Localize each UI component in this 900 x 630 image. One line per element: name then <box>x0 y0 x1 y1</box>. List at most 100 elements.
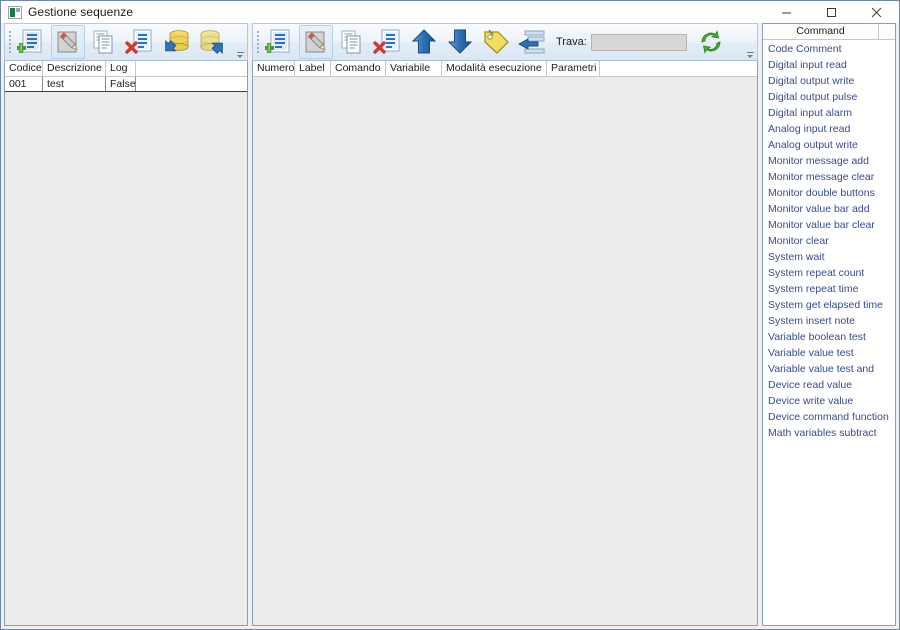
edit-step-button[interactable] <box>299 25 333 59</box>
jump-to-icon <box>518 30 545 54</box>
command-list-panel[interactable]: Command Code Comment Digital input read … <box>762 23 896 626</box>
copy-step-button[interactable] <box>335 25 369 59</box>
toolbar-overflow-chevron-icon[interactable] <box>235 46 245 58</box>
list-item[interactable]: System repeat count <box>763 265 895 281</box>
gestione-sequenze-window: Gestione sequenze Codice Descrizione Log… <box>0 0 900 630</box>
list-item[interactable]: System wait <box>763 249 895 265</box>
document-edit-icon <box>305 31 326 53</box>
command-pane: Command Code Comment Digital input read … <box>762 23 896 626</box>
column-header-log[interactable]: Log <box>106 61 136 76</box>
command-list[interactable]: Code Comment Digital input read Digital … <box>763 40 895 625</box>
list-item[interactable]: System insert note <box>763 313 895 329</box>
app-window-icon <box>8 5 22 19</box>
list-item[interactable]: Math variables subtract <box>763 425 895 441</box>
list-item[interactable]: Monitor message add <box>763 153 895 169</box>
list-item[interactable]: Device write value <box>763 393 895 409</box>
refresh-button[interactable] <box>694 25 728 59</box>
maximize-button[interactable] <box>809 1 854 23</box>
list-item[interactable]: Monitor double buttons <box>763 185 895 201</box>
document-add-icon <box>17 29 42 53</box>
title-bar: Gestione sequenze <box>1 1 899 23</box>
sequences-grid[interactable]: Codice Descrizione Log 001 test False <box>4 61 248 626</box>
document-copy-icon <box>93 30 113 54</box>
delete-step-button[interactable] <box>371 25 405 59</box>
cell-log: False <box>106 77 136 91</box>
list-item[interactable]: Analog output write <box>763 137 895 153</box>
refresh-icon <box>701 30 721 54</box>
document-edit-icon <box>57 31 78 53</box>
column-header-label[interactable]: Label <box>295 61 331 76</box>
toolbar-grip[interactable] <box>7 29 14 55</box>
column-header-modalita-esecuzione[interactable]: Modalità esecuzione <box>442 61 547 76</box>
document-copy-icon <box>341 30 361 54</box>
label-button[interactable] <box>479 25 513 59</box>
column-header-descrizione[interactable]: Descrizione <box>43 61 106 76</box>
database-export-icon <box>200 30 223 54</box>
steps-pane: Trava: Numero Label Comando Variabile Mo… <box>252 23 758 626</box>
copy-sequence-button[interactable] <box>87 25 121 59</box>
load-db-button[interactable] <box>159 25 193 59</box>
edit-sequence-button[interactable] <box>51 25 85 59</box>
trava-input[interactable] <box>590 33 687 51</box>
column-header-codice[interactable]: Codice <box>5 61 43 76</box>
column-header-variabile[interactable]: Variabile <box>386 61 442 76</box>
new-step-button[interactable] <box>263 25 297 59</box>
window-controls <box>764 1 899 23</box>
list-item[interactable]: Digital input alarm <box>763 105 895 121</box>
list-item[interactable]: Device command function <box>763 409 895 425</box>
column-header-comando[interactable]: Comando <box>331 61 386 76</box>
window-body: Codice Descrizione Log 001 test False Tr… <box>1 23 899 629</box>
column-header-filler <box>136 61 247 76</box>
column-header-spare[interactable] <box>879 24 895 39</box>
column-header-command[interactable]: Command <box>763 24 879 39</box>
document-delete-icon <box>125 29 152 54</box>
save-db-button[interactable] <box>195 25 229 59</box>
list-item[interactable]: Monitor value bar clear <box>763 217 895 233</box>
toolbar-overflow-chevron-icon[interactable] <box>745 46 755 58</box>
command-list-header: Command <box>763 24 895 40</box>
arrow-down-icon <box>447 29 473 54</box>
new-sequence-button[interactable] <box>15 25 49 59</box>
minimize-button[interactable] <box>764 1 809 23</box>
toolbar-grip[interactable] <box>255 29 262 55</box>
cell-codice: 001 <box>5 77 43 91</box>
list-item[interactable]: Digital input read <box>763 57 895 73</box>
list-item[interactable]: Variable value test <box>763 345 895 361</box>
trava-label: Trava: <box>556 36 587 48</box>
delete-sequence-button[interactable] <box>123 25 157 59</box>
list-item[interactable]: System get elapsed time <box>763 297 895 313</box>
list-item[interactable]: Monitor message clear <box>763 169 895 185</box>
list-item[interactable]: Monitor value bar add <box>763 201 895 217</box>
list-item[interactable]: System repeat time <box>763 281 895 297</box>
steps-toolbar: Trava: <box>252 23 758 61</box>
goto-label-button[interactable] <box>515 25 549 59</box>
list-item[interactable]: Device read value <box>763 377 895 393</box>
move-up-button[interactable] <box>407 25 441 59</box>
tag-icon <box>484 29 509 54</box>
cell-descrizione: test <box>43 77 106 91</box>
sequences-grid-header: Codice Descrizione Log <box>5 61 247 77</box>
close-button[interactable] <box>854 1 899 23</box>
sequences-pane: Codice Descrizione Log 001 test False <box>4 23 248 626</box>
document-add-icon <box>265 29 290 53</box>
arrow-up-icon <box>411 29 437 54</box>
column-header-parametri[interactable]: Parametri <box>547 61 600 76</box>
steps-grid[interactable]: Numero Label Comando Variabile Modalità … <box>252 61 758 626</box>
cell-filler <box>136 77 247 91</box>
steps-grid-header: Numero Label Comando Variabile Modalità … <box>253 61 757 77</box>
sequences-toolbar <box>4 23 248 61</box>
list-item[interactable]: Digital output pulse <box>763 89 895 105</box>
window-title: Gestione sequenze <box>28 5 134 19</box>
database-import-icon <box>165 30 189 52</box>
list-item[interactable]: Variable value test and <box>763 361 895 377</box>
list-item[interactable]: Variable boolean test <box>763 329 895 345</box>
move-down-button[interactable] <box>443 25 477 59</box>
list-item[interactable]: Analog input read <box>763 121 895 137</box>
table-row[interactable]: 001 test False <box>5 77 247 92</box>
column-header-numero[interactable]: Numero <box>253 61 295 76</box>
list-item[interactable]: Code Comment <box>763 41 895 57</box>
list-item[interactable]: Monitor clear <box>763 233 895 249</box>
column-header-filler <box>600 61 757 76</box>
document-delete-icon <box>373 29 400 54</box>
list-item[interactable]: Digital output write <box>763 73 895 89</box>
